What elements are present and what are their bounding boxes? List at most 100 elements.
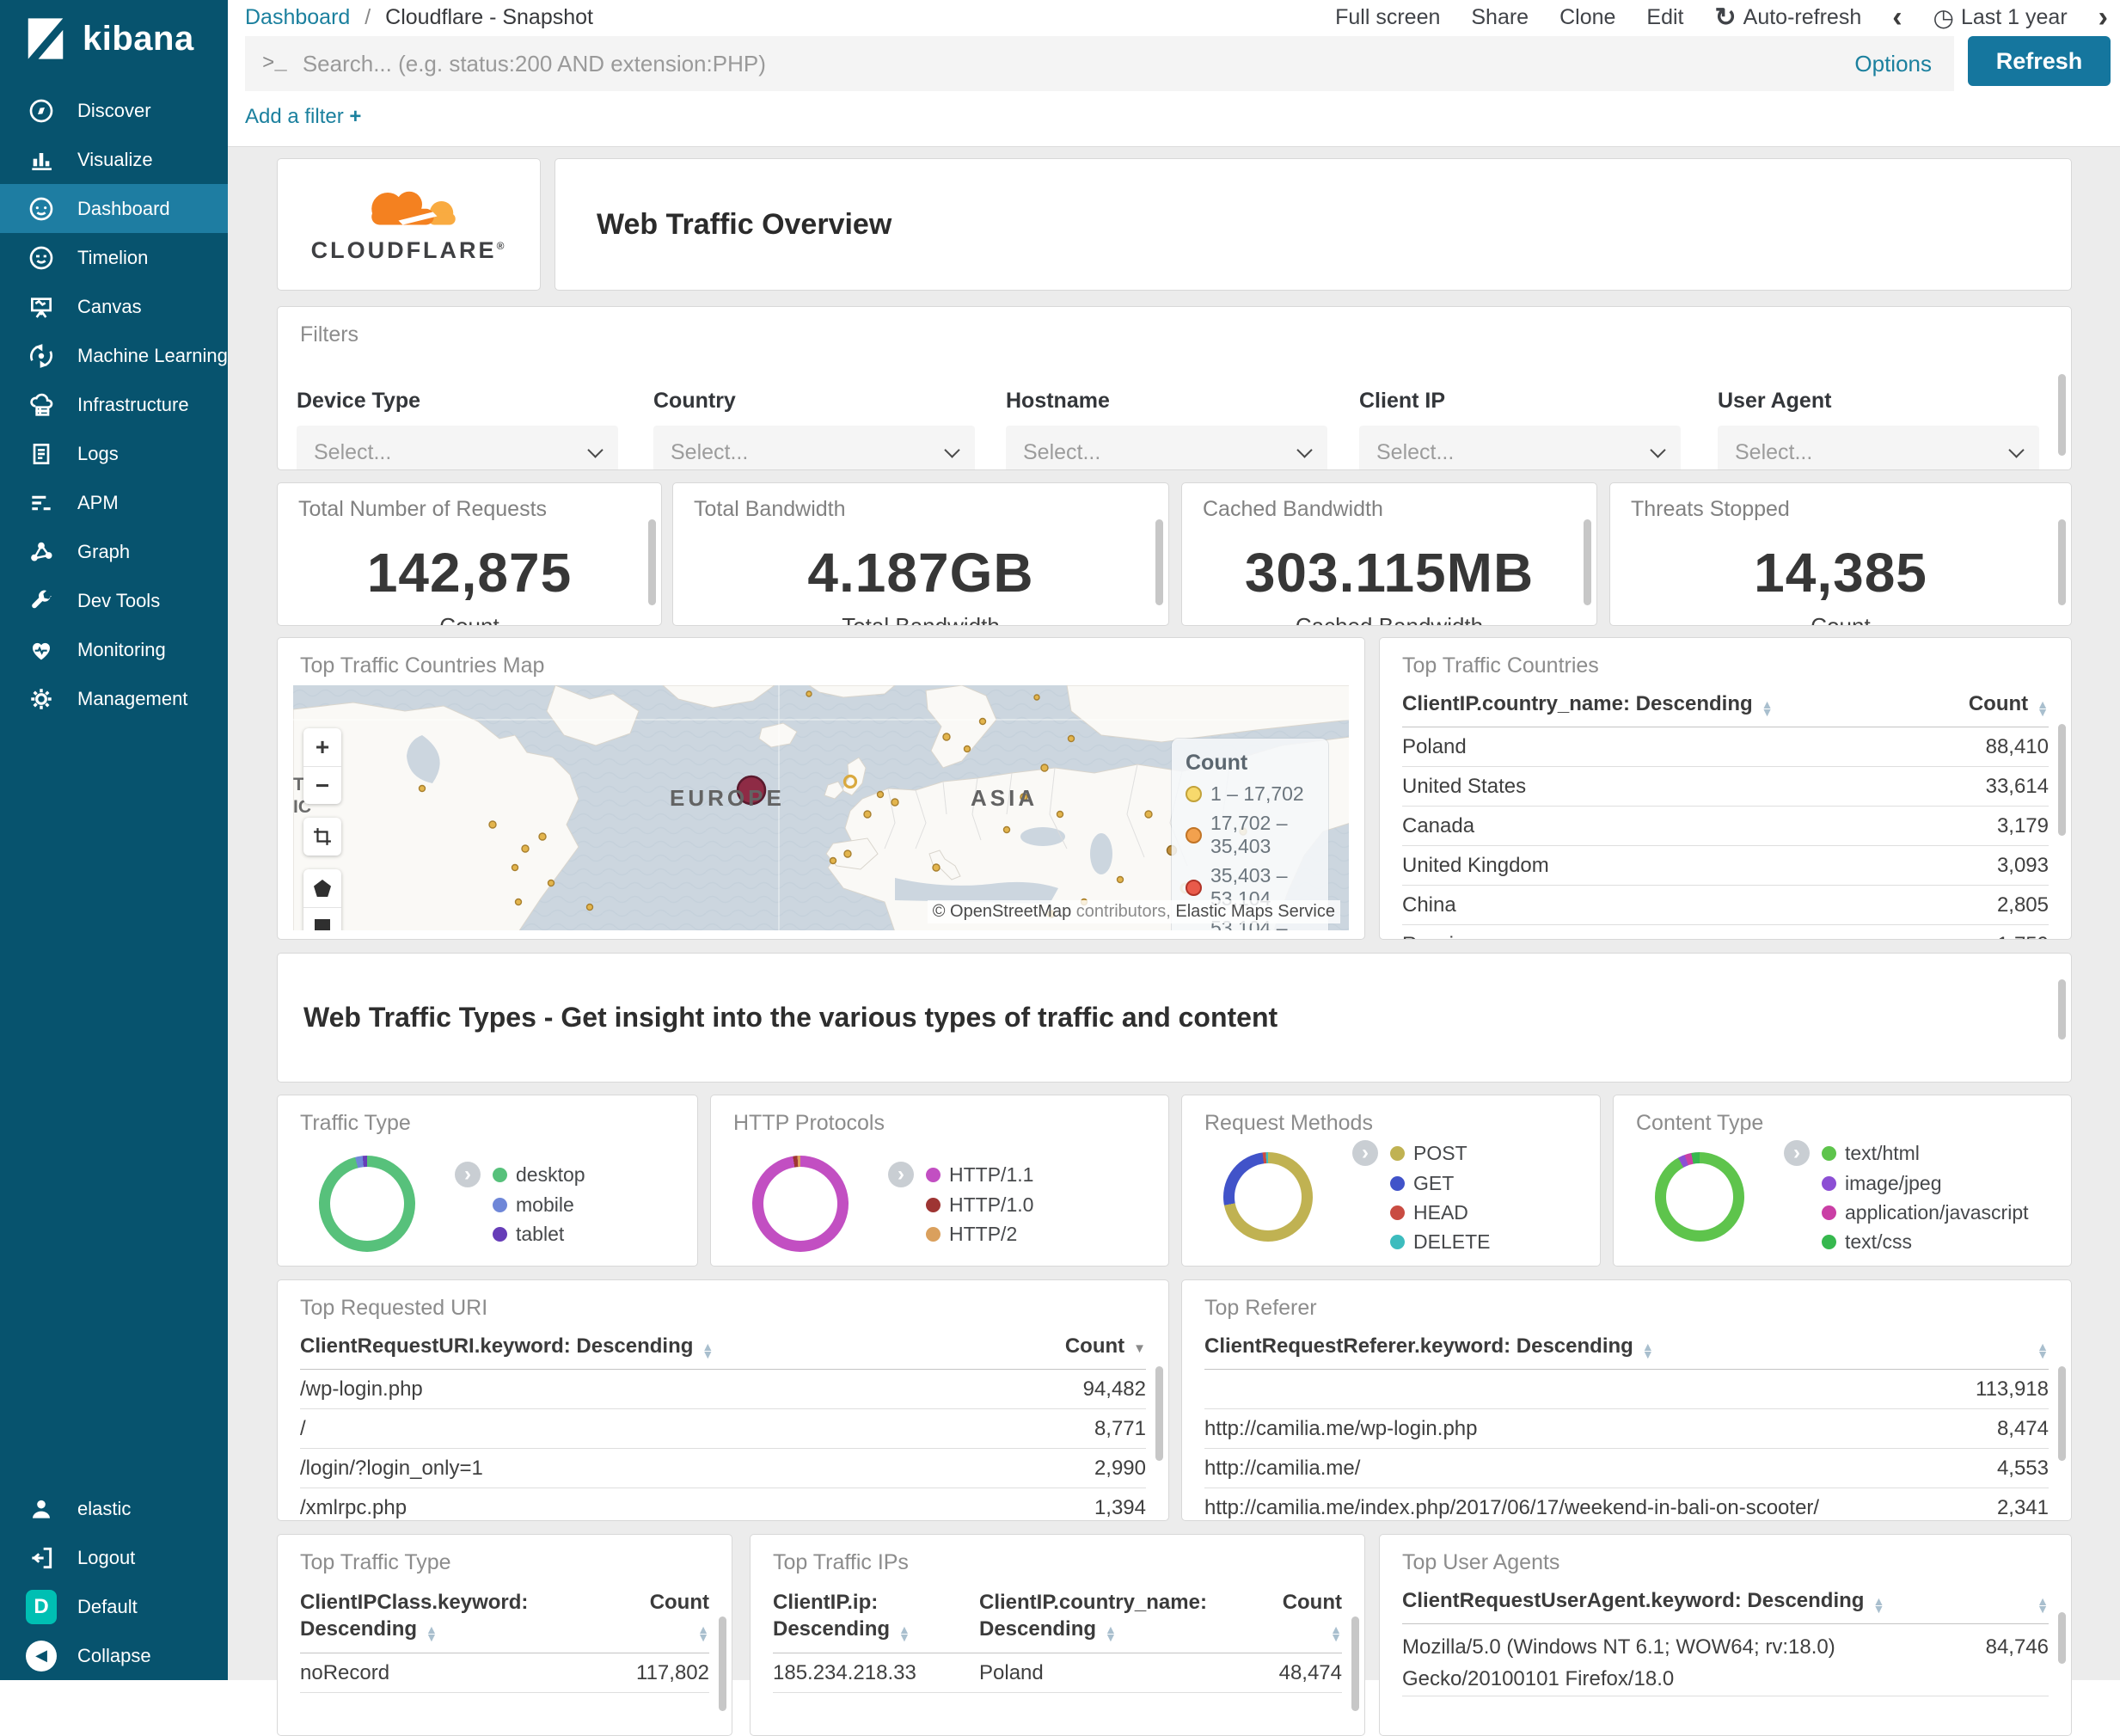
osm-link[interactable]: © OpenStreetMap — [933, 902, 1071, 921]
table-row[interactable]: Mozilla/5.0 (Windows NT 6.1; WOW64; rv:1… — [1402, 1624, 2049, 1696]
table-row[interactable]: Canada 3,179 — [1402, 807, 2049, 846]
column-header-count[interactable]: ▲ ▼ — [1928, 1589, 2049, 1616]
zoom-in-button[interactable]: + — [303, 728, 341, 766]
column-header-referer[interactable]: ClientRequestReferer.keyword: Descending… — [1204, 1334, 1920, 1359]
scrollbar[interactable] — [1155, 519, 1163, 605]
sidebar-item-visualize[interactable]: Visualize — [0, 135, 228, 184]
table-row[interactable]: http://camilia.me/wp-login.php 8,474 — [1204, 1409, 2049, 1449]
table-row[interactable]: 185.234.218.33 Poland 48,474 — [773, 1653, 1342, 1694]
sidebar-item-dashboard[interactable]: Dashboard — [0, 184, 228, 233]
table-row[interactable]: http://camilia.me/index.php/2017/06/17/w… — [1204, 1488, 2049, 1520]
ems-link[interactable]: Elastic Maps Service — [1175, 902, 1335, 921]
table-row[interactable]: http://camilia.me/4,553 — [1204, 1449, 2049, 1488]
sidebar-item-logs[interactable]: Logs — [0, 429, 228, 478]
column-header-count[interactable]: Count ▲ ▼ — [1902, 692, 2049, 717]
sidebar-item-logout[interactable]: Logout — [0, 1533, 228, 1582]
table-row[interactable]: noRecord 117,802 — [300, 1653, 709, 1694]
scrollbar[interactable] — [1351, 1616, 1359, 1711]
options-link[interactable]: Options — [1854, 51, 1932, 77]
scrollbar[interactable] — [719, 1616, 726, 1711]
table-row[interactable]: United Kingdom 3,093 — [1402, 846, 2049, 886]
scrollbar[interactable] — [2058, 724, 2066, 836]
table-row[interactable]: /8,771 — [300, 1409, 1146, 1449]
http-protocols-donut[interactable] — [752, 1156, 849, 1252]
table-row[interactable]: 113,918 — [1204, 1370, 2049, 1409]
column-header-count[interactable]: Count ▼ — [991, 1334, 1146, 1359]
draw-rectangle-button[interactable] — [303, 907, 341, 930]
legend-dot — [1390, 1235, 1405, 1249]
sidebar-item-collapse[interactable]: ◀ Collapse — [0, 1631, 228, 1680]
sidebar-item-discover[interactable]: Discover — [0, 86, 228, 135]
easel-icon — [26, 291, 57, 322]
legend-expand-icon[interactable]: › — [1352, 1140, 1378, 1166]
sidebar-item-canvas[interactable]: Canvas — [0, 282, 228, 331]
auto-refresh-button[interactable]: ↻ Auto-refresh — [1715, 3, 1862, 33]
breadcrumb-dashboard-link[interactable]: Dashboard — [245, 5, 350, 29]
share-button[interactable]: Share — [1471, 5, 1529, 30]
scrollbar[interactable] — [2058, 374, 2066, 456]
sidebar-item-management[interactable]: Management — [0, 674, 228, 723]
column-header-country[interactable]: ClientIP.country_name: Descending ▲ ▼ — [971, 1589, 1247, 1642]
scrollbar[interactable] — [2058, 979, 2066, 1040]
device-type-select[interactable]: Select... — [297, 426, 618, 469]
table-row[interactable]: Russia1,759 — [1402, 925, 2049, 939]
table-row[interactable]: China 2,805 — [1402, 886, 2049, 925]
scrollbar[interactable] — [648, 519, 656, 605]
full-screen-button[interactable]: Full screen — [1335, 5, 1440, 30]
sidebar-item-user-elastic[interactable]: elastic — [0, 1484, 228, 1533]
country-select[interactable]: Select... — [653, 426, 975, 469]
content-type-donut[interactable] — [1655, 1152, 1744, 1242]
table-row[interactable]: /wp-login.php 94,482 — [300, 1370, 1146, 1409]
client-ip-select[interactable]: Select... — [1359, 426, 1681, 469]
refresh-button[interactable]: Refresh — [1968, 36, 2111, 86]
column-header-ipclass[interactable]: ClientIPClass.keyword: Descending ▲ ▼ — [300, 1589, 597, 1642]
user-agent-select[interactable]: Select... — [1718, 426, 2039, 469]
sidebar-item-apm[interactable]: APM — [0, 478, 228, 527]
time-forward-icon[interactable]: › — [2099, 3, 2108, 32]
request-methods-donut[interactable] — [1223, 1152, 1313, 1242]
kibana-logo[interactable]: kibana — [0, 0, 228, 74]
legend-expand-icon[interactable]: › — [455, 1162, 481, 1187]
scrollbar[interactable] — [1584, 519, 1591, 605]
column-header-country[interactable]: ClientIP.country_name: Descending ▲ ▼ — [1402, 692, 1902, 716]
sidebar-item-monitoring[interactable]: Monitoring — [0, 625, 228, 674]
zoom-out-button[interactable]: − — [303, 766, 341, 804]
sidebar-item-machine-learning[interactable]: Machine Learning — [0, 331, 228, 380]
column-header-count[interactable]: ▲ ▼ — [1920, 1334, 2049, 1359]
fit-bounds-button[interactable] — [303, 818, 341, 856]
legend-expand-icon[interactable]: › — [1784, 1140, 1810, 1166]
time-back-icon[interactable]: ‹ — [1892, 3, 1902, 32]
scrollbar[interactable] — [2058, 1366, 2066, 1461]
search-input[interactable] — [302, 50, 1855, 77]
table-row[interactable]: /login/?login_only=1 2,990 — [300, 1449, 1146, 1488]
filter-client-ip: Client IP Select... — [1359, 389, 1681, 469]
scrollbar[interactable] — [2058, 519, 2066, 605]
sidebar-item-infrastructure[interactable]: Infrastructure — [0, 380, 228, 429]
column-header-ip[interactable]: ClientIP.ip: Descending ▲ ▼ — [773, 1589, 971, 1643]
sidebar-item-dev-tools[interactable]: Dev Tools — [0, 576, 228, 625]
edit-button[interactable]: Edit — [1646, 5, 1683, 30]
clone-button[interactable]: Clone — [1559, 5, 1615, 30]
metric-value: 4.187GB — [807, 542, 1034, 604]
column-header-user-agent[interactable]: ClientRequestUserAgent.keyword: Descendi… — [1402, 1589, 1928, 1613]
map-viewport[interactable]: EUROPE ASIA TH IC + − — [293, 685, 1349, 930]
add-filter-link[interactable]: Add a filter + — [245, 105, 361, 129]
scrollbar[interactable] — [1155, 1366, 1163, 1461]
draw-polygon-button[interactable] — [303, 869, 341, 907]
hostname-select[interactable]: Select... — [1006, 426, 1327, 469]
sidebar-item-timelion[interactable]: Timelion — [0, 233, 228, 282]
sidebar-item-graph[interactable]: Graph — [0, 527, 228, 576]
time-range-picker[interactable]: ◷ Last 1 year — [1933, 3, 2068, 32]
column-header-uri[interactable]: ClientRequestURI.keyword: Descending ▲ ▼ — [300, 1334, 991, 1359]
table-row[interactable]: /xmlrpc.php 1,394 — [300, 1488, 1146, 1520]
legend-expand-icon[interactable]: › — [888, 1162, 914, 1187]
scrollbar[interactable] — [2058, 1612, 2066, 1664]
sidebar-item-default-space[interactable]: D Default — [0, 1582, 228, 1631]
traffic-type-donut[interactable] — [319, 1156, 415, 1252]
sort-icon: ▲ ▼ — [2037, 1594, 2049, 1616]
chevron-down-icon — [1296, 441, 1313, 458]
column-header-count[interactable]: Count ▲ ▼ — [1247, 1589, 1342, 1643]
column-header-count[interactable]: Count ▲ ▼ — [597, 1589, 709, 1643]
table-row[interactable]: Poland 88,410 — [1402, 727, 2049, 767]
table-row[interactable]: United States 33,614 — [1402, 767, 2049, 807]
